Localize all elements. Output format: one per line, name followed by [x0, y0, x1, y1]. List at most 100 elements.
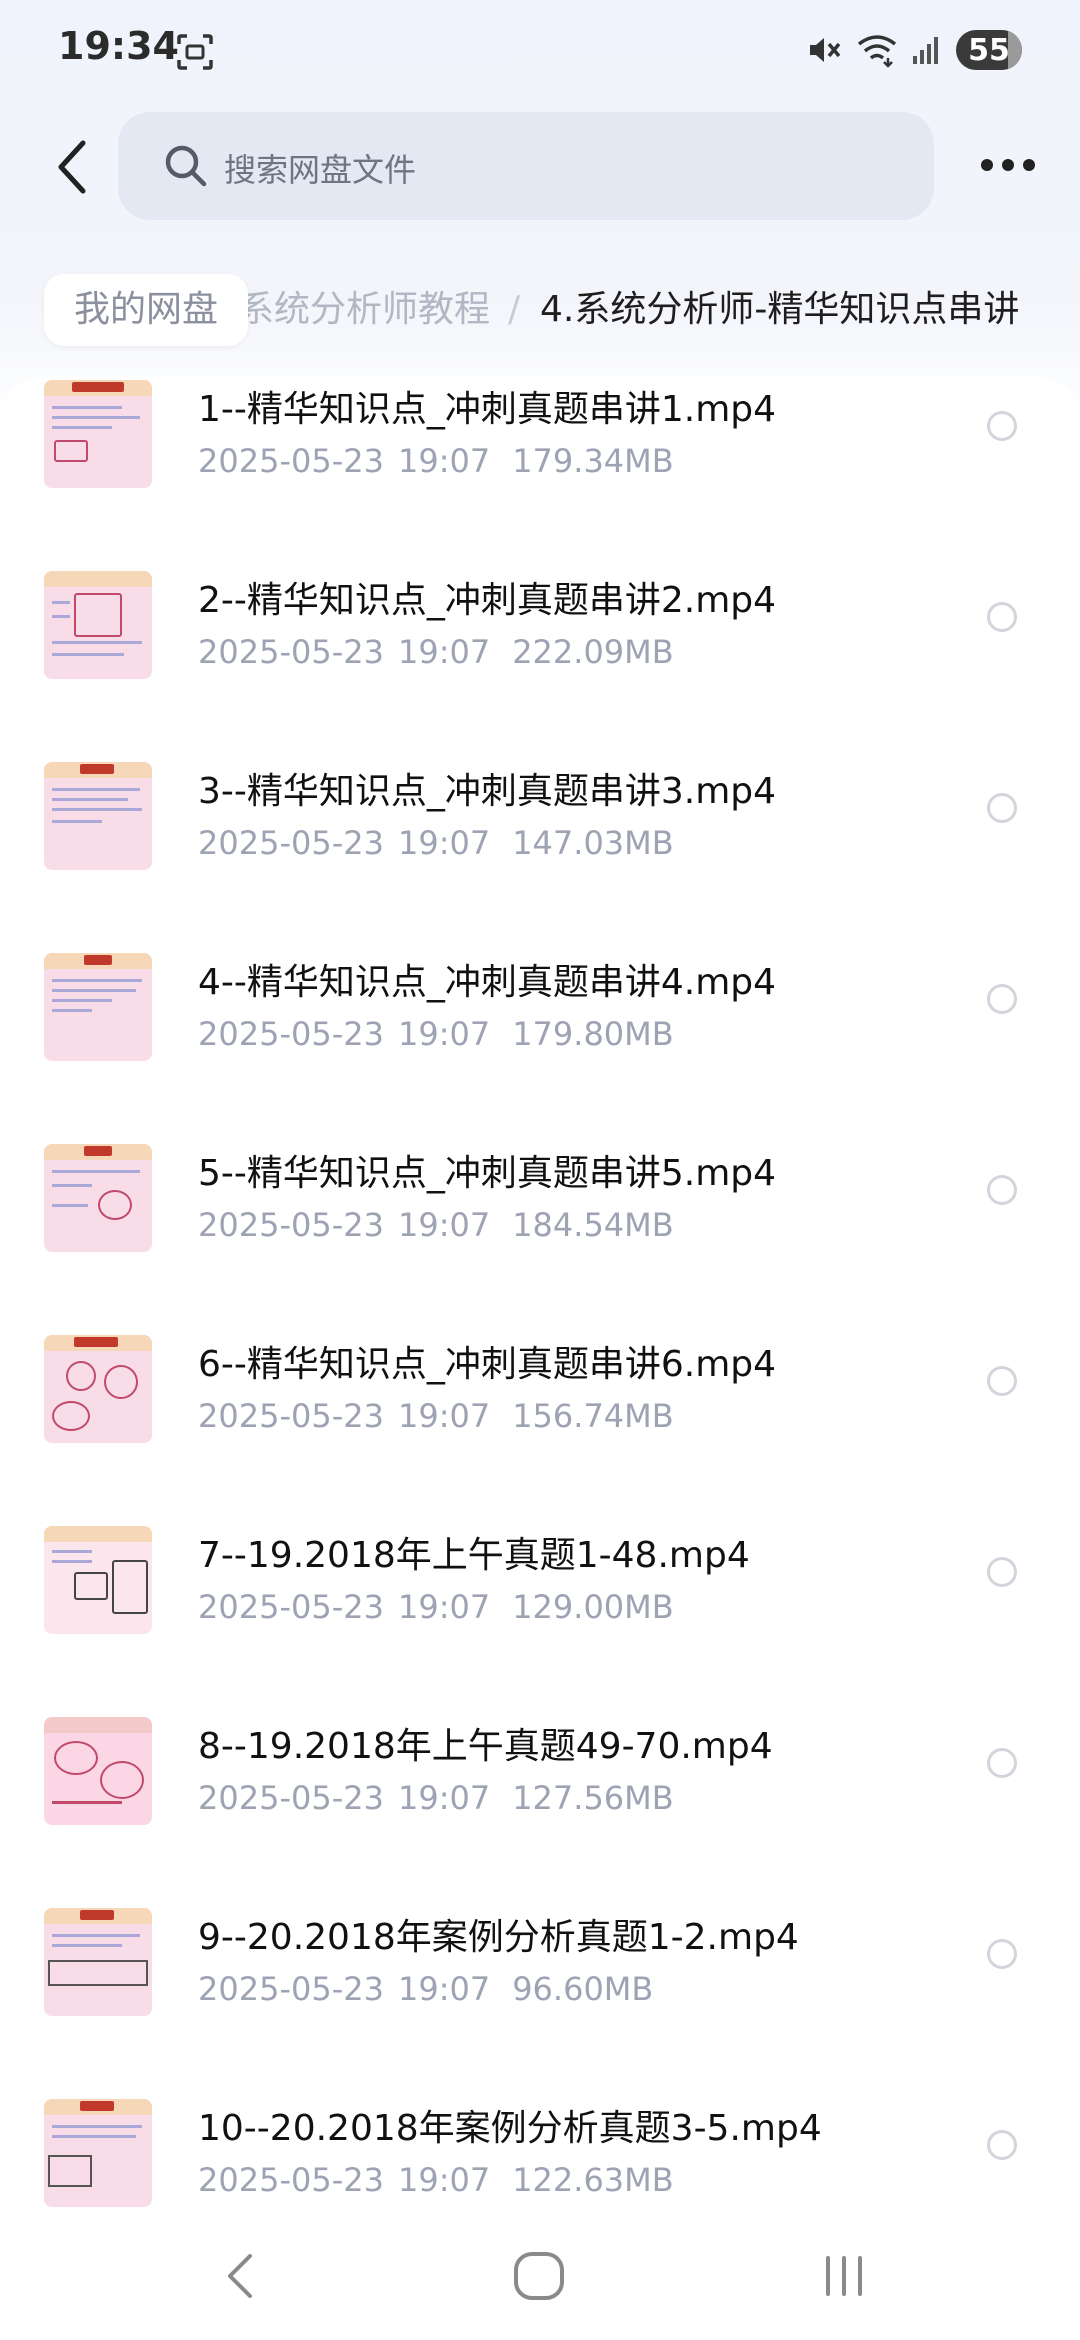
file-date: 2025-05-23 — [198, 1015, 384, 1053]
file-meta: 2025-05-23 19:07 147.03MB — [198, 824, 674, 862]
file-date: 2025-05-23 — [198, 1970, 384, 2008]
breadcrumb-separator: / — [508, 289, 521, 330]
file-date: 2025-05-23 — [198, 824, 384, 862]
nav-home-icon[interactable] — [510, 2248, 568, 2304]
file-time: 19:07 — [397, 633, 491, 671]
file-meta: 2025-05-23 19:07 129.00MB — [198, 1588, 674, 1626]
file-name: 3--精华知识点_冲刺真题串讲3.mp4 — [198, 771, 777, 812]
video-thumbnail — [44, 762, 152, 870]
file-size: 96.60MB — [512, 1970, 654, 2008]
select-checkbox[interactable] — [987, 1748, 1017, 1778]
video-thumbnail — [44, 2099, 152, 2207]
file-meta: 2025-05-23 19:07 156.74MB — [198, 1397, 674, 1435]
file-size: 222.09MB — [512, 633, 674, 671]
file-date: 2025-05-23 — [198, 1397, 384, 1435]
video-thumbnail — [44, 571, 152, 679]
breadcrumb-root[interactable]: 我的网盘 — [44, 274, 249, 346]
file-name: 2--精华知识点_冲刺真题串讲2.mp4 — [198, 580, 777, 621]
select-checkbox[interactable] — [987, 1175, 1017, 1205]
file-row[interactable]: 2--精华知识点_冲刺真题串讲2.mp4 2025-05-23 19:07 222.… — [0, 567, 1080, 758]
select-checkbox[interactable] — [987, 793, 1017, 823]
file-name: 10--20.2018年案例分析真题3-5.mp4 — [198, 2108, 822, 2149]
file-date: 2025-05-23 — [198, 1588, 384, 1626]
file-meta: 2025-05-23 19:07 122.63MB — [198, 2161, 674, 2199]
nav-back-icon[interactable] — [210, 2246, 270, 2306]
file-row[interactable]: 5--精华知识点_冲刺真题串讲5.mp4 2025-05-23 19:07 184.… — [0, 1140, 1080, 1331]
file-time: 19:07 — [397, 1588, 491, 1626]
select-checkbox[interactable] — [987, 2130, 1017, 2160]
more-dots-icon — [981, 159, 993, 171]
file-time: 19:07 — [397, 1397, 491, 1435]
file-row[interactable]: 8--19.2018年上午真题49-70.mp4 2025-05-23 19:07… — [0, 1713, 1080, 1904]
select-checkbox[interactable] — [987, 411, 1017, 441]
file-date: 2025-05-23 — [198, 633, 384, 671]
file-row[interactable]: 9--20.2018年案例分析真题1-2.mp4 2025-05-23 19:07… — [0, 1904, 1080, 2095]
file-time: 19:07 — [397, 1779, 491, 1817]
search-placeholder: 搜索网盘文件 — [224, 151, 417, 189]
file-name: 6--精华知识点_冲刺真题串讲6.mp4 — [198, 1344, 777, 1385]
file-name: 9--20.2018年案例分析真题1-2.mp4 — [198, 1917, 799, 1958]
file-size: 179.34MB — [512, 442, 674, 480]
back-arrow-icon — [58, 140, 86, 194]
file-row[interactable]: 10--20.2018年案例分析真题3-5.mp4 2025-05-23 19:0… — [0, 2095, 1080, 2216]
file-date: 2025-05-23 — [198, 2161, 384, 2199]
file-meta: 2025-05-23 19:07 179.80MB — [198, 1015, 674, 1053]
select-checkbox[interactable] — [987, 984, 1017, 1014]
file-name: 1--精华知识点_冲刺真题串讲1.mp4 — [198, 389, 777, 430]
video-thumbnail — [44, 1908, 152, 2016]
file-time: 19:07 — [397, 1015, 491, 1053]
file-time: 19:07 — [397, 824, 491, 862]
back-button[interactable] — [38, 132, 108, 202]
video-thumbnail — [44, 1144, 152, 1252]
select-checkbox[interactable] — [987, 1557, 1017, 1587]
file-size: 147.03MB — [512, 824, 674, 862]
video-thumbnail — [44, 1717, 152, 1825]
file-row[interactable]: 3--精华知识点_冲刺真题串讲3.mp4 2025-05-23 19:07 147.… — [0, 758, 1080, 949]
select-checkbox[interactable] — [987, 1939, 1017, 1969]
signal-icon — [913, 37, 938, 64]
file-row[interactable]: 6--精华知识点_冲刺真题串讲6.mp4 2025-05-23 19:07 156.… — [0, 1331, 1080, 1522]
file-size: 122.63MB — [512, 2161, 674, 2199]
breadcrumb: 系统分析师教程 我的网盘 / 4.系统分析师-精华知识点串讲 — [0, 272, 1080, 352]
select-checkbox[interactable] — [987, 1366, 1017, 1396]
battery-indicator: 55 — [956, 30, 1022, 70]
file-row[interactable]: 7--19.2018年上午真题1-48.mp4 2025-05-23 19:07 1… — [0, 1522, 1080, 1713]
file-time: 19:07 — [397, 1206, 491, 1244]
status-time: 19:34 — [58, 24, 179, 68]
file-time: 19:07 — [397, 442, 491, 480]
file-size: 179.80MB — [512, 1015, 674, 1053]
top-bar: 搜索网盘文件 — [0, 110, 1080, 220]
more-options-button[interactable] — [968, 140, 1048, 190]
file-row[interactable]: 1--精华知识点_冲刺真题串讲1.mp4 2025-05-23 19:07 179.… — [0, 376, 1080, 567]
navigation-bar — [0, 2216, 1080, 2340]
search-input[interactable]: 搜索网盘文件 — [118, 112, 934, 220]
mute-icon — [810, 38, 841, 62]
screenshot-icon — [177, 34, 213, 70]
video-thumbnail — [44, 1335, 152, 1443]
wifi-icon — [857, 35, 897, 68]
file-name: 7--19.2018年上午真题1-48.mp4 — [198, 1535, 750, 1576]
status-bar: 19:34 55 — [0, 0, 1080, 100]
file-name: 8--19.2018年上午真题49-70.mp4 — [198, 1726, 773, 1767]
nav-recents-icon[interactable] — [814, 2248, 874, 2304]
file-meta: 2025-05-23 19:07 179.34MB — [198, 442, 674, 480]
breadcrumb-parent[interactable]: 系统分析师教程 — [238, 274, 490, 346]
file-row[interactable]: 4--精华知识点_冲刺真题串讲4.mp4 2025-05-23 19:07 179.… — [0, 949, 1080, 1140]
file-meta: 2025-05-23 19:07 222.09MB — [198, 633, 674, 671]
select-checkbox[interactable] — [987, 602, 1017, 632]
file-date: 2025-05-23 — [198, 1779, 384, 1817]
file-size: 184.54MB — [512, 1206, 674, 1244]
battery-level: 55 — [968, 32, 1010, 68]
search-icon — [165, 145, 207, 187]
file-meta: 2025-05-23 19:07 184.54MB — [198, 1206, 674, 1244]
file-size: 127.56MB — [512, 1779, 674, 1817]
file-name: 4--精华知识点_冲刺真题串讲4.mp4 — [198, 962, 777, 1003]
video-thumbnail — [44, 953, 152, 1061]
file-date: 2025-05-23 — [198, 1206, 384, 1244]
file-name: 5--精华知识点_冲刺真题串讲5.mp4 — [198, 1153, 777, 1194]
app-screen: 19:34 55 搜索网盘文件 系统分析师教程 我的网盘 / 4.系统分析师-精… — [0, 0, 1080, 2340]
video-thumbnail — [44, 380, 152, 488]
file-size: 156.74MB — [512, 1397, 674, 1435]
status-icons: 55 — [806, 28, 1022, 72]
file-time: 19:07 — [397, 1970, 491, 2008]
